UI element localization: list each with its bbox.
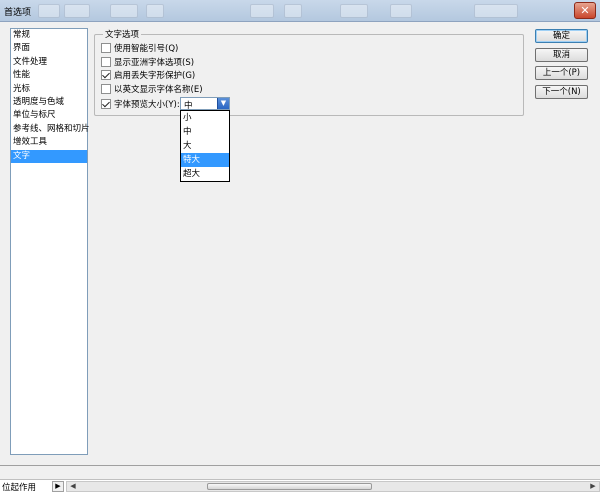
dropdown-option-medium[interactable]: 中 [181,125,229,139]
font-preview-size-option[interactable]: 字体预览大小(Y): [101,98,180,110]
background-toolbar-ghost [474,4,518,18]
background-toolbar-ghost [146,4,164,18]
english-font-names-option[interactable]: 以英文显示字体名称(E) [101,83,203,95]
sidebar-item-interface[interactable]: 界面 [11,42,87,55]
dropdown-option-huge[interactable]: 超大 [181,167,229,181]
close-icon: ✕ [580,4,590,17]
background-toolbar-ghost [250,4,274,18]
scroll-right-icon[interactable]: ▶ [587,482,599,491]
background-toolbar-ghost [284,4,302,18]
asian-font-options-checkbox[interactable] [101,57,111,67]
cancel-button[interactable]: 取消 [535,48,588,62]
missing-glyph-protection-checkbox[interactable] [101,70,111,80]
background-toolbar-ghost [38,4,60,18]
sidebar-item-general[interactable]: 常规 [11,29,87,42]
english-font-names-label: 以英文显示字体名称(E) [114,85,203,95]
next-button[interactable]: 下一个(N) [535,85,588,99]
scrollbar-thumb[interactable] [207,483,372,490]
ok-button[interactable]: 确定 [535,29,588,43]
status-text: 位起作用 [2,483,37,493]
font-preview-size-label: 字体预览大小(Y): [114,100,180,110]
smart-quotes-option[interactable]: 使用智能引号(Q) [101,42,178,54]
status-bar: 位起作用 ▶ ◀ ▶ [0,465,600,493]
chevron-down-icon[interactable]: ▼ [217,98,229,109]
missing-glyph-protection-label: 启用丢失字形保护(G) [114,71,196,81]
status-menu-arrow-icon[interactable]: ▶ [52,481,64,492]
dropdown-option-large[interactable]: 大 [181,139,229,153]
close-button[interactable]: ✕ [574,2,596,19]
asian-font-options-label: 显示亚洲字体选项(S) [114,58,195,68]
smart-quotes-checkbox[interactable] [101,43,111,53]
smart-quotes-label: 使用智能引号(Q) [114,44,179,54]
sidebar-item-units-rulers[interactable]: 单位与标尺 [11,109,87,122]
font-preview-size-dropdown: 小 中 大 特大 超大 [180,110,230,182]
background-toolbar-ghost [390,4,412,18]
font-preview-size-checkbox[interactable] [101,99,111,109]
english-font-names-checkbox[interactable] [101,84,111,94]
sidebar-item-guides-grid-slices[interactable]: 参考线、网格和切片 [11,123,90,136]
preferences-category-list[interactable]: 常规 界面 文件处理 性能 光标 透明度与色域 单位与标尺 参考线、网格和切片 … [10,28,90,455]
background-toolbar-ghost [110,4,138,18]
sidebar-item-cursors[interactable]: 光标 [11,83,87,96]
window-title: 首选项 [4,8,32,18]
text-options-group: 文字选项 使用智能引号(Q) 显示亚洲字体选项(S) 启用丢失字形保护(G) 以… [94,28,524,116]
title-bar: 首选项 ✕ [0,0,600,22]
font-preview-size-select[interactable]: 中 ▼ [180,97,230,111]
missing-glyph-protection-option[interactable]: 启用丢失字形保护(G) [101,69,195,81]
dropdown-option-small[interactable]: 小 [181,111,229,125]
sidebar-item-transparency-gamut[interactable]: 透明度与色域 [11,96,87,109]
horizontal-scrollbar[interactable]: ◀ ▶ [66,481,600,492]
sidebar-item-type[interactable]: 文字 [11,149,87,163]
dropdown-option-extra-large[interactable]: 特大 [181,153,229,167]
sidebar-item-performance[interactable]: 性能 [11,69,87,82]
sidebar-item-file-handling[interactable]: 文件处理 [11,56,87,69]
scroll-left-icon[interactable]: ◀ [67,482,79,491]
sidebar-item-plugins[interactable]: 增效工具 [11,136,87,149]
previous-button[interactable]: 上一个(P) [535,66,588,80]
group-label: 文字选项 [103,28,142,40]
asian-font-options-option[interactable]: 显示亚洲字体选项(S) [101,56,194,68]
background-toolbar-ghost [340,4,368,18]
background-toolbar-ghost [64,4,90,18]
